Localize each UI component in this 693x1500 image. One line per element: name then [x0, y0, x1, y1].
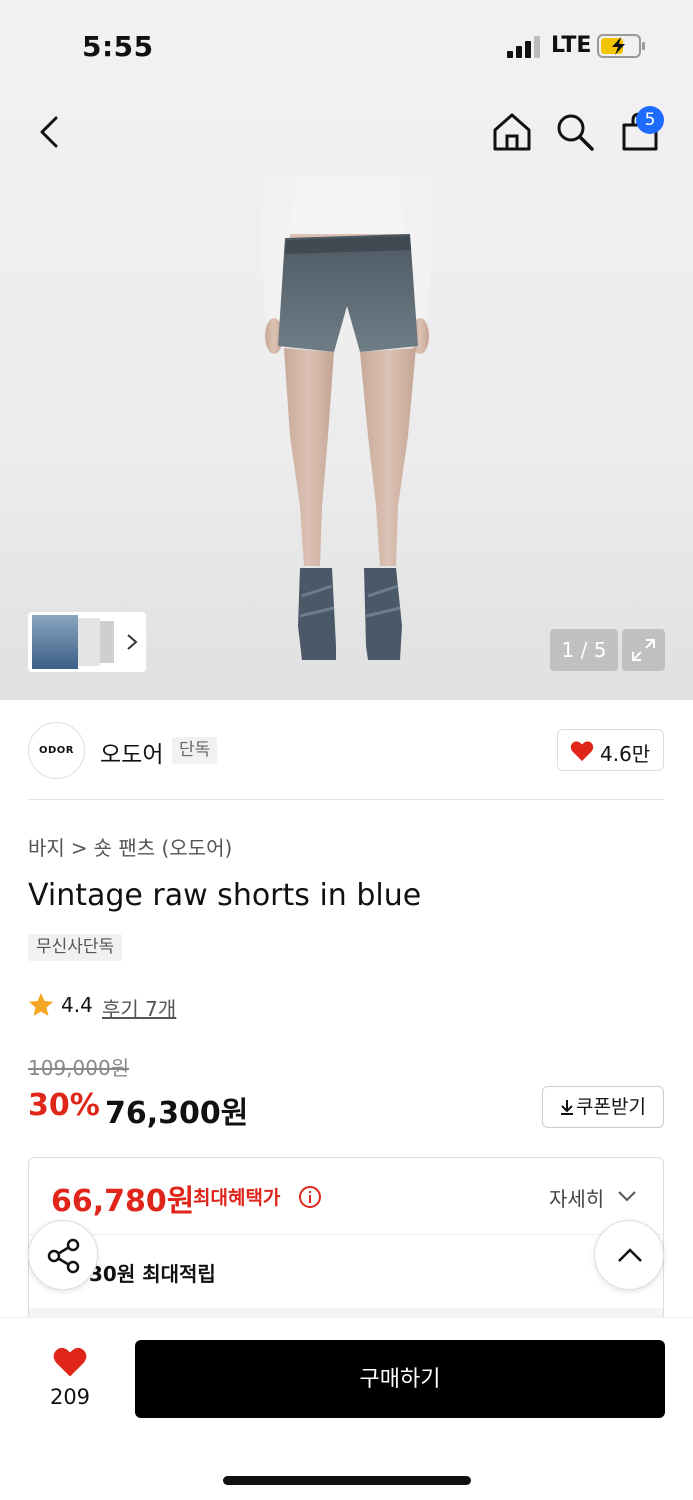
- bottom-purchase-bar: 209 구매하기: [0, 1317, 693, 1500]
- brand-name[interactable]: 오도어: [100, 735, 163, 769]
- coupon-label: 쿠폰받기: [576, 1096, 646, 1118]
- product-title: Vintage raw shorts in blue: [28, 878, 422, 913]
- divider: [28, 799, 664, 800]
- info-icon[interactable]: [298, 1185, 322, 1209]
- original-price: 109,000원: [28, 1056, 130, 1080]
- sale-price: 76,300원: [105, 1096, 249, 1131]
- brand-like-count: 4.6만: [600, 742, 651, 766]
- search-icon[interactable]: [553, 110, 597, 154]
- brand-logo[interactable]: ODOR: [28, 722, 85, 779]
- coupon-button[interactable]: 쿠폰받기: [542, 1086, 664, 1128]
- breadcrumb-category[interactable]: 바지: [28, 836, 65, 860]
- max-benefit-price: 66,780원: [51, 1184, 195, 1219]
- chevron-up-icon: [618, 1248, 642, 1262]
- back-icon[interactable]: [30, 112, 70, 152]
- thumbnail-image[interactable]: [100, 621, 114, 663]
- chevron-down-icon[interactable]: [617, 1188, 637, 1204]
- image-counter: 1 / 5: [550, 629, 618, 671]
- brand-exclusive-tag: 단독: [172, 737, 218, 764]
- product-gallery[interactable]: 5 1 / 5: [0, 92, 693, 700]
- thumbnail-image[interactable]: [32, 615, 78, 669]
- cart-count-badge: 5: [636, 106, 664, 134]
- scroll-top-button[interactable]: [594, 1220, 664, 1290]
- share-button[interactable]: [28, 1220, 98, 1290]
- home-indicator: [223, 1476, 471, 1485]
- heart-icon[interactable]: [52, 1346, 88, 1378]
- detail-toggle[interactable]: 자세히: [549, 1183, 604, 1212]
- brand-row: ODOR 오도어 단독 4.6만: [0, 700, 693, 800]
- breadcrumb: 바지 > 숏 팬츠 (오도어): [28, 832, 238, 861]
- breadcrumb-subcategory[interactable]: 숏 팬츠 (오도어): [94, 836, 233, 860]
- divider: [29, 1234, 663, 1235]
- breadcrumb-separator: >: [70, 836, 88, 860]
- rating-score: 4.4: [61, 993, 93, 1017]
- reviews-link[interactable]: 후기 7개: [102, 993, 176, 1022]
- product-like-count: 209: [49, 1385, 91, 1409]
- download-icon: [561, 1100, 574, 1115]
- home-icon[interactable]: [490, 110, 534, 154]
- expand-button[interactable]: [622, 629, 665, 671]
- thumbnail-image[interactable]: [78, 618, 100, 666]
- heart-icon: [570, 741, 594, 761]
- max-benefit-label: 최대혜택가: [193, 1187, 281, 1209]
- discount-rate: 30%: [28, 1088, 100, 1123]
- product-image: [262, 176, 432, 660]
- thumbnail-strip[interactable]: [28, 612, 146, 672]
- status-time: 5:55: [82, 30, 154, 63]
- status-bar: 5:55 LTE: [0, 0, 693, 92]
- exclusive-badge: 무신사단독: [28, 934, 123, 961]
- benefit-box[interactable]: 66,780원 최대혜택가 자세히 30원 최대적립: [28, 1157, 664, 1328]
- share-icon: [47, 1238, 80, 1274]
- chevron-right-icon[interactable]: [124, 632, 140, 652]
- signal-icon: [507, 36, 540, 58]
- battery-icon: [597, 34, 645, 58]
- expand-icon: [632, 639, 655, 661]
- brand-like-button[interactable]: 4.6만: [557, 729, 664, 771]
- max-points-text: 30원 최대적립: [89, 1262, 216, 1286]
- star-icon: [29, 993, 53, 1016]
- network-label: LTE: [551, 33, 592, 58]
- buy-button[interactable]: 구매하기: [135, 1340, 665, 1418]
